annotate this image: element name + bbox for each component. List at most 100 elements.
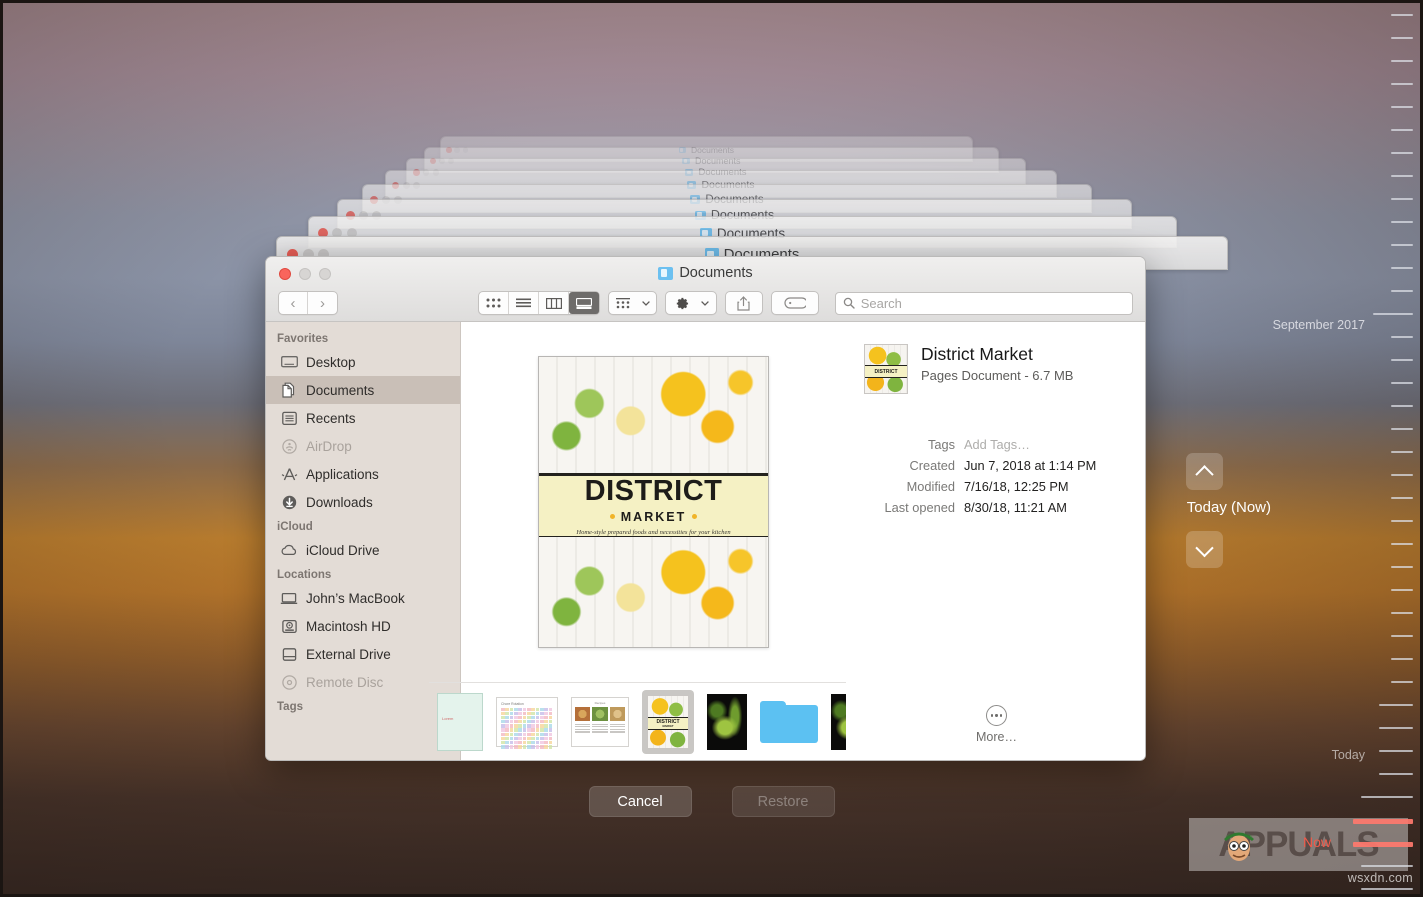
sidebar-item-desktop[interactable]: Desktop [266, 348, 460, 376]
filmstrip-thumbnail-blue-folder[interactable] [760, 700, 818, 743]
timeline-tick[interactable] [1361, 796, 1413, 798]
cover-tagline: Home-style prepared foods and necessitie… [576, 528, 731, 536]
arrange-button[interactable] [609, 292, 637, 314]
timeline-tick[interactable] [1391, 336, 1413, 338]
filmstrip-thumbnail-recipe-layout[interactable]: Recipes [571, 696, 629, 747]
filmstrip-thumbnail-mint-document[interactable]: Lorem [437, 692, 483, 751]
timeline-tick[interactable] [1391, 359, 1413, 361]
gear-icon [676, 297, 688, 309]
timeline-tick[interactable] [1373, 313, 1413, 315]
timeline-tick[interactable] [1391, 451, 1413, 453]
filmstrip-thumbnail-district-market[interactable]: DISTRICT MARKET [642, 689, 694, 754]
filmstrip-thumbnail-plant-photo[interactable] [707, 693, 747, 750]
sidebar-section-header: iCloud [277, 521, 313, 533]
more-ellipsis-icon [986, 705, 1007, 726]
chevron-down-icon [1195, 538, 1214, 558]
timeline-tick[interactable] [1391, 83, 1413, 85]
timeline-tick[interactable] [1391, 589, 1413, 591]
sidebar-section-header: Locations [277, 569, 332, 581]
timeline-tick[interactable] [1391, 106, 1413, 108]
timeline-tick[interactable] [1391, 290, 1413, 292]
forward-button[interactable]: › [308, 292, 337, 314]
timeline-tick[interactable] [1391, 681, 1413, 683]
timeline-tick[interactable] [1391, 543, 1413, 545]
gallery-view-button[interactable] [569, 292, 599, 314]
file-attribute-row: Tags Add Tags… [846, 434, 1127, 455]
timeline-tick[interactable] [1391, 244, 1413, 246]
timeline-tick[interactable] [1391, 635, 1413, 637]
action-group[interactable] [665, 291, 717, 315]
timeline-tick[interactable] [1391, 37, 1413, 39]
timeline-tick[interactable] [1391, 566, 1413, 568]
cancel-button[interactable]: Cancel [588, 786, 692, 817]
timeline-tick[interactable] [1391, 267, 1413, 269]
share-group[interactable] [724, 291, 763, 315]
timeline-tick[interactable] [1353, 819, 1413, 824]
chevron-down-icon [701, 300, 710, 306]
column-view-button[interactable] [539, 292, 569, 314]
sidebar-item-documents[interactable]: Documents [266, 376, 460, 404]
tags-group[interactable] [770, 291, 819, 315]
restore-button[interactable]: Restore [731, 786, 835, 817]
timeline-tick[interactable] [1391, 175, 1413, 177]
more-label: More… [976, 730, 1017, 744]
timeline-up-button[interactable] [1186, 453, 1223, 490]
info-pane: DISTRICT District Market Pages Document … [846, 322, 1145, 760]
timeline-tick[interactable] [1391, 382, 1413, 384]
more-button[interactable]: More… [846, 705, 1145, 744]
back-button[interactable]: ‹ [279, 292, 308, 314]
action-chevron[interactable] [696, 300, 714, 306]
timeline-tick[interactable] [1391, 612, 1413, 614]
timeline-tick[interactable] [1379, 773, 1413, 775]
attribute-value[interactable]: Add Tags… [964, 434, 1030, 455]
sidebar-item-applications[interactable]: Applications [266, 460, 460, 488]
sidebar-item-macintosh-hd[interactable]: Macintosh HD [266, 612, 460, 640]
sidebar-item-recents[interactable]: Recents [266, 404, 460, 432]
document-cover-preview[interactable]: DISTRICT MARKET Home-style prepared food… [538, 356, 769, 648]
cover-title-band: DISTRICT MARKET Home-style prepared food… [539, 473, 768, 539]
timeline-tick[interactable] [1379, 727, 1413, 729]
timeline-tick[interactable] [1353, 842, 1413, 847]
sidebar-item-icloud-drive[interactable]: iCloud Drive [266, 536, 460, 564]
tags-button[interactable] [772, 292, 818, 314]
timeline-tick[interactable] [1391, 14, 1413, 16]
timeline-tick[interactable] [1391, 520, 1413, 522]
timeline-tick[interactable] [1391, 658, 1413, 660]
search-field[interactable]: Search [834, 291, 1133, 315]
gallery-filmstrip[interactable]: Lorem Chore Rotation Recipes DISTRICT MARKET [429, 682, 846, 760]
timeline-tick[interactable] [1379, 704, 1413, 706]
sidebar-item-label: Macintosh HD [306, 618, 391, 634]
arrange-group[interactable] [608, 291, 658, 315]
timeline-tick[interactable] [1391, 198, 1413, 200]
sidebar-item-downloads[interactable]: Downloads [266, 488, 460, 516]
timeline-tick[interactable] [1361, 865, 1413, 867]
timeline-tick[interactable] [1391, 428, 1413, 430]
action-gear-button[interactable] [666, 292, 696, 314]
timeline-tick[interactable] [1391, 474, 1413, 476]
timeline-down-button[interactable] [1186, 531, 1223, 568]
timeline-tick[interactable] [1379, 750, 1413, 752]
list-view-button[interactable] [509, 292, 539, 314]
icon-view-button[interactable] [479, 292, 509, 314]
timeline-tick[interactable] [1391, 129, 1413, 131]
downloads-icon [280, 494, 298, 510]
timeline-tick[interactable] [1361, 888, 1413, 890]
timeline-tick[interactable] [1391, 405, 1413, 407]
finder-window: Documents ‹ › Search Favorites Desktop D… [265, 256, 1146, 761]
folder-icon [658, 266, 674, 280]
view-mode-group [478, 291, 600, 315]
filmstrip-thumbnail-dark-plant-photo[interactable] [831, 693, 846, 750]
timeline-tick[interactable] [1391, 152, 1413, 154]
filmstrip-thumbnail-spreadsheet[interactable]: Chore Rotation [496, 696, 558, 749]
timeline-tick[interactable] [1391, 497, 1413, 499]
thumbnail-image [831, 693, 846, 750]
arrange-chevron[interactable] [637, 300, 655, 306]
sidebar-item-external-drive[interactable]: External Drive [266, 640, 460, 668]
timeline-tick[interactable] [1391, 60, 1413, 62]
sidebar-item-airdrop: AirDrop [266, 432, 460, 460]
time-machine-timeline[interactable]: September 2017 Today Now [1273, 0, 1423, 897]
icon-view-icon [486, 298, 501, 307]
share-button[interactable] [726, 292, 762, 314]
sidebar-item-john-s-macbook[interactable]: John’s MacBook [266, 584, 460, 612]
timeline-tick[interactable] [1391, 221, 1413, 223]
